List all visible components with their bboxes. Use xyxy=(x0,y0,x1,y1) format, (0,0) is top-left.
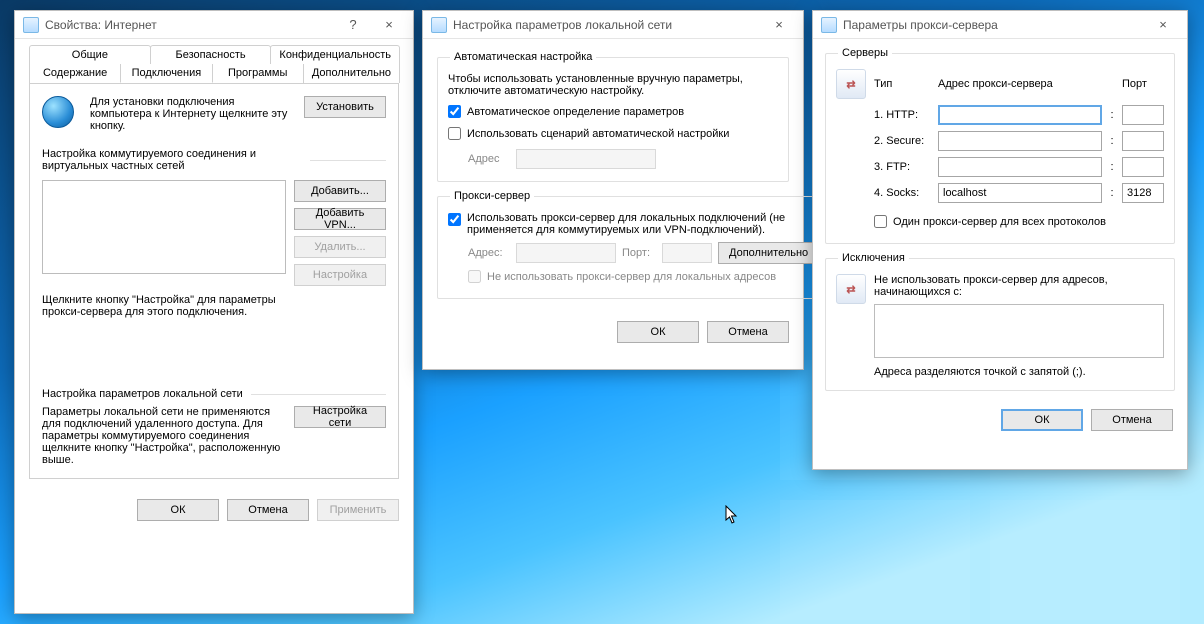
add-button[interactable]: Добавить... xyxy=(294,180,386,202)
window-icon xyxy=(23,17,39,33)
hdr-type: Тип xyxy=(874,78,932,90)
group-label: Прокси-сервер xyxy=(450,190,534,202)
checkbox-text: Использовать прокси-сервер для локальных… xyxy=(467,212,819,236)
tab-connections[interactable]: Подключения xyxy=(120,64,212,83)
ok-button[interactable]: ОК xyxy=(617,321,699,343)
row-label: 4. Socks: xyxy=(874,187,932,199)
close-icon[interactable]: × xyxy=(1145,15,1181,35)
tab-security[interactable]: Безопасность xyxy=(150,45,272,64)
auto-detect-checkbox-label[interactable]: Автоматическое определение параметров xyxy=(448,105,684,118)
tab-programs[interactable]: Программы xyxy=(212,64,304,83)
advanced-button[interactable]: Дополнительно xyxy=(718,242,819,264)
lan-settings-button[interactable]: Настройка сети xyxy=(294,406,386,428)
use-script-checkbox[interactable] xyxy=(448,127,461,140)
globe-icon xyxy=(42,96,74,128)
exceptions-text: Не использовать прокси-сервер для адресо… xyxy=(874,274,1164,298)
servers-icon: ⇄ xyxy=(836,69,866,99)
settings-text: Щелкните кнопку "Настройка" для параметр… xyxy=(42,294,302,318)
proxy-port-input xyxy=(662,243,712,263)
lan-text: Параметры локальной сети не применяются … xyxy=(42,406,286,466)
socks-port-input[interactable] xyxy=(1122,183,1164,203)
exceptions-group: Исключения ⇄ Не использовать прокси-серв… xyxy=(825,252,1175,391)
checkbox-text: Использовать сценарий автоматической нас… xyxy=(467,128,729,140)
window-icon xyxy=(821,17,837,33)
row-label: 2. Secure: xyxy=(874,135,932,147)
settings-button: Настройка xyxy=(294,264,386,286)
same-proxy-checkbox-label[interactable]: Один прокси-сервер для всех протоколов xyxy=(874,215,1106,228)
proxy-group: Прокси-сервер Использовать прокси-сервер… xyxy=(437,190,830,299)
row-label: 3. FTP: xyxy=(874,161,932,173)
tab-body: Для установки подключения компьютера к И… xyxy=(29,83,399,479)
auto-text: Чтобы использовать установленные вручную… xyxy=(448,73,778,97)
ftp-addr-input[interactable] xyxy=(938,157,1102,177)
titlebar[interactable]: Параметры прокси-сервера × xyxy=(813,11,1187,39)
proxy-port-label: Порт: xyxy=(622,247,656,259)
group-label: Серверы xyxy=(838,47,892,59)
tab-content[interactable]: Содержание xyxy=(29,64,121,83)
ftp-port-input[interactable] xyxy=(1122,157,1164,177)
same-proxy-checkbox[interactable] xyxy=(874,215,887,228)
exceptions-input[interactable] xyxy=(874,304,1164,358)
remove-button: Удалить... xyxy=(294,236,386,258)
exceptions-icon: ⇄ xyxy=(836,274,866,304)
use-proxy-checkbox[interactable] xyxy=(448,213,461,226)
checkbox-text: Не использовать прокси-сервер для локаль… xyxy=(487,271,776,283)
lan-heading: Настройка параметров локальной сети xyxy=(42,388,243,400)
install-text: Для установки подключения компьютера к И… xyxy=(90,96,296,132)
tab-privacy[interactable]: Конфиденциальность xyxy=(270,45,400,64)
bypass-local-checkbox-label[interactable]: Не использовать прокси-сервер для локаль… xyxy=(448,270,776,283)
auto-config-group: Автоматическая настройка Чтобы использов… xyxy=(437,51,789,182)
connections-list[interactable] xyxy=(42,180,286,274)
exceptions-hint: Адреса разделяются точкой с запятой (;). xyxy=(874,366,1164,378)
proxy-addr-label: Адрес: xyxy=(468,247,510,259)
http-port-input[interactable] xyxy=(1122,105,1164,125)
group-label: Исключения xyxy=(838,252,909,264)
ok-button[interactable]: ОК xyxy=(1001,409,1083,431)
secure-addr-input[interactable] xyxy=(938,131,1102,151)
tab-advanced[interactable]: Дополнительно xyxy=(303,64,400,83)
use-proxy-checkbox-label[interactable]: Использовать прокси-сервер для локальных… xyxy=(448,212,819,236)
dial-heading: Настройка коммутируемого соединения и ви… xyxy=(42,148,302,172)
window-title: Настройка параметров локальной сети xyxy=(453,18,672,32)
window-title: Параметры прокси-сервера xyxy=(843,18,998,32)
window-icon xyxy=(431,17,447,33)
add-vpn-button[interactable]: Добавить VPN... xyxy=(294,208,386,230)
servers-group: Серверы ⇄ Тип Адрес прокси-сервера Порт … xyxy=(825,47,1175,244)
cancel-button[interactable]: Отмена xyxy=(707,321,789,343)
window-title: Свойства: Интернет xyxy=(45,18,157,32)
auto-detect-checkbox[interactable] xyxy=(448,105,461,118)
secure-port-input[interactable] xyxy=(1122,131,1164,151)
proxy-addr-input xyxy=(516,243,616,263)
socks-addr-input[interactable] xyxy=(938,183,1102,203)
script-addr-input xyxy=(516,149,656,169)
apply-button: Применить xyxy=(317,499,399,521)
titlebar[interactable]: Настройка параметров локальной сети × xyxy=(423,11,803,39)
proxy-servers-window: Параметры прокси-сервера × Серверы ⇄ Тип… xyxy=(812,10,1188,470)
row-label: 1. HTTP: xyxy=(874,109,932,121)
help-button[interactable]: ? xyxy=(335,15,371,35)
lan-settings-window: Настройка параметров локальной сети × Ав… xyxy=(422,10,804,370)
group-label: Автоматическая настройка xyxy=(450,51,596,63)
install-button[interactable]: Установить xyxy=(304,96,386,118)
close-icon[interactable]: × xyxy=(761,15,797,35)
ok-button[interactable]: ОК xyxy=(137,499,219,521)
internet-properties-window: Свойства: Интернет ? × Общие Безопасност… xyxy=(14,10,414,614)
hdr-port: Порт xyxy=(1122,78,1164,90)
bypass-local-checkbox xyxy=(468,270,481,283)
hdr-addr: Адрес прокси-сервера xyxy=(938,78,1102,90)
checkbox-text: Один прокси-сервер для всех протоколов xyxy=(893,216,1106,228)
script-addr-label: Адрес xyxy=(468,153,510,165)
titlebar[interactable]: Свойства: Интернет ? × xyxy=(15,11,413,39)
cancel-button[interactable]: Отмена xyxy=(227,499,309,521)
cursor-icon xyxy=(725,505,739,525)
close-icon[interactable]: × xyxy=(371,15,407,35)
tab-general[interactable]: Общие xyxy=(29,45,151,64)
http-addr-input[interactable] xyxy=(938,105,1102,125)
checkbox-text: Автоматическое определение параметров xyxy=(467,106,684,118)
cancel-button[interactable]: Отмена xyxy=(1091,409,1173,431)
use-script-checkbox-label[interactable]: Использовать сценарий автоматической нас… xyxy=(448,127,729,140)
